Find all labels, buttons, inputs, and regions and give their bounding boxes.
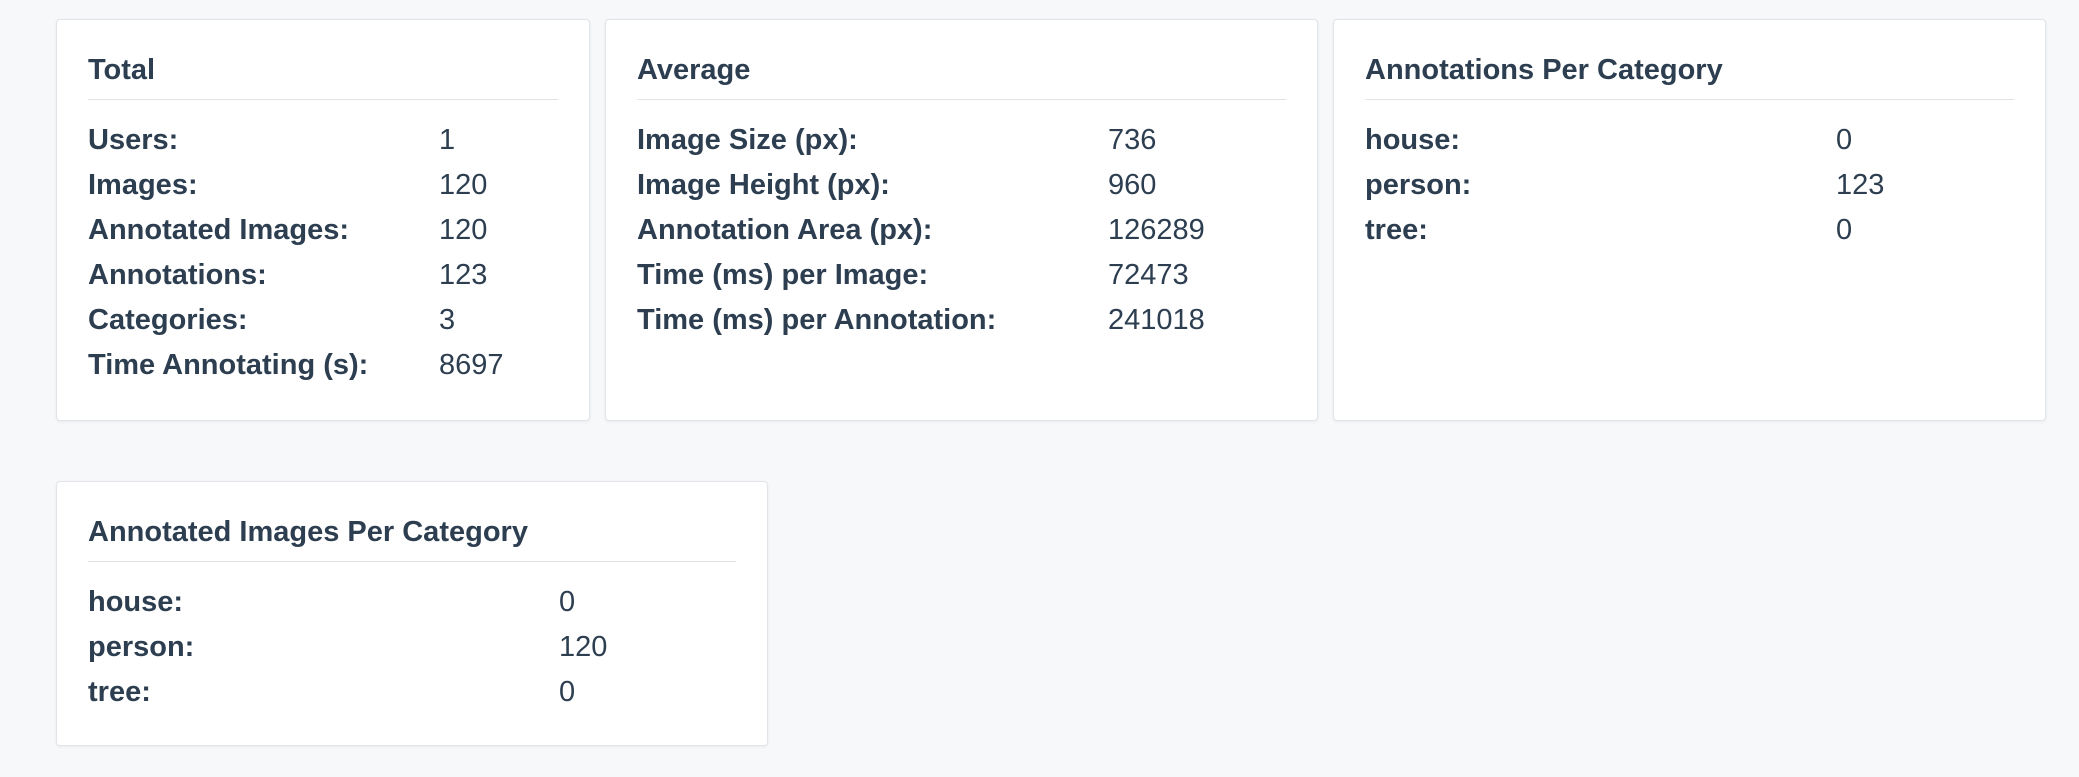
stat-row-annotations: Annotations: 123	[88, 253, 558, 298]
category-value: 0	[559, 586, 576, 618]
category-value: 120	[559, 631, 608, 663]
total-card-title: Total	[88, 20, 558, 100]
average-stats-list: Image Size (px): 736 Image Height (px): …	[637, 118, 1286, 343]
stat-row-time-per-annotation: Time (ms) per Annotation: 241018	[637, 298, 1286, 343]
annotations-per-category-list: house: 0 person: 123 tree: 0	[1365, 118, 2014, 253]
stat-value: 8697	[439, 349, 504, 381]
stat-row-time-annotating: Time Annotating (s): 8697	[88, 343, 558, 388]
stat-label: Annotation Area (px):	[637, 214, 933, 246]
category-row-tree: tree: 0	[88, 670, 736, 715]
category-value: 0	[1836, 214, 1853, 246]
stat-value: 241018	[1108, 304, 1205, 336]
total-stats-list: Users: 1 Images: 120 Annotated Images: 1…	[88, 118, 558, 388]
stat-label: Time (ms) per Image:	[637, 259, 929, 291]
stat-label: Images:	[88, 169, 198, 201]
category-label: tree:	[1365, 214, 1428, 246]
stat-label: Image Size (px):	[637, 124, 858, 156]
stat-label: Image Height (px):	[637, 169, 890, 201]
category-label: person:	[88, 631, 195, 663]
stat-value: 123	[439, 259, 488, 291]
stat-value: 3	[439, 304, 456, 336]
category-row-house: house: 0	[1365, 118, 2014, 163]
stat-row-categories: Categories: 3	[88, 298, 558, 343]
stat-row-image-size: Image Size (px): 736	[637, 118, 1286, 163]
stat-value: 72473	[1108, 259, 1189, 291]
stat-label: Users:	[88, 124, 179, 156]
stat-label: Time (ms) per Annotation:	[637, 304, 997, 336]
category-label: house:	[1365, 124, 1461, 156]
category-label: tree:	[88, 676, 151, 708]
stat-row-image-height: Image Height (px): 960	[637, 163, 1286, 208]
category-row-house: house: 0	[88, 580, 736, 625]
category-row-tree: tree: 0	[1365, 208, 2014, 253]
stat-value: 1	[439, 124, 456, 156]
annotated-images-per-category-list: house: 0 person: 120 tree: 0	[88, 580, 736, 715]
annotated-images-per-category-title: Annotated Images Per Category	[88, 482, 736, 562]
category-row-person: person: 123	[1365, 163, 2014, 208]
stat-value: 120	[439, 169, 488, 201]
stat-row-users: Users: 1	[88, 118, 558, 163]
category-label: house:	[88, 586, 184, 618]
stat-label: Annotations:	[88, 259, 267, 291]
category-value: 0	[559, 676, 576, 708]
category-row-person: person: 120	[88, 625, 736, 670]
average-card: Average Image Size (px): 736 Image Heigh…	[605, 19, 1318, 421]
average-card-title: Average	[637, 20, 1286, 100]
annotated-images-per-category-card: Annotated Images Per Category house: 0 p…	[56, 481, 768, 746]
category-value: 123	[1836, 169, 1885, 201]
total-card: Total Users: 1 Images: 120 Annotated Ima…	[56, 19, 590, 421]
annotations-per-category-title: Annotations Per Category	[1365, 20, 2014, 100]
stat-label: Annotated Images:	[88, 214, 350, 246]
stat-value: 126289	[1108, 214, 1205, 246]
stat-value: 120	[439, 214, 488, 246]
stat-value: 960	[1108, 169, 1157, 201]
stat-row-annotation-area: Annotation Area (px): 126289	[637, 208, 1286, 253]
stat-row-annotated-images: Annotated Images: 120	[88, 208, 558, 253]
category-label: person:	[1365, 169, 1472, 201]
stat-row-time-per-image: Time (ms) per Image: 72473	[637, 253, 1286, 298]
category-value: 0	[1836, 124, 1853, 156]
stat-value: 736	[1108, 124, 1157, 156]
stat-label: Time Annotating (s):	[88, 349, 369, 381]
annotations-per-category-card: Annotations Per Category house: 0 person…	[1333, 19, 2046, 421]
stat-row-images: Images: 120	[88, 163, 558, 208]
stat-label: Categories:	[88, 304, 248, 336]
